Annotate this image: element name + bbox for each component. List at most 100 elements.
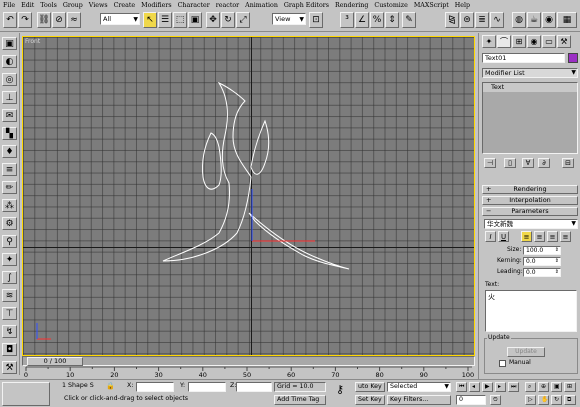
modifier-icon[interactable]: ⊥ [2,91,17,104]
key-icon[interactable]: ⚷ [334,384,346,396]
set-key-button[interactable]: Set Key [355,395,385,405]
cylinder-icon[interactable]: ◎ [2,73,17,86]
spinner-arrows-icon[interactable]: ⇕ [555,258,559,265]
select-by-name-icon[interactable]: ☰ [158,12,172,28]
leading-spinner[interactable]: 0.0 ⇕ [523,268,561,277]
time-config-icon[interactable]: ⏲ [490,395,501,405]
select-icon[interactable]: ↖ [143,12,157,28]
mirror-icon[interactable]: ⧎ [445,12,459,28]
show-end-result-icon[interactable]: ▯ [504,158,516,168]
pan-icon[interactable]: ✋ [538,395,549,405]
camera-icon[interactable]: ✉ [2,109,17,122]
frame-field[interactable]: 0 [456,395,486,405]
render-scene-icon[interactable]: ☕ [527,12,541,28]
align-center-icon[interactable]: ≡ [534,231,545,242]
zoom-extents-all-icon[interactable]: ⊞ [564,382,576,392]
next-frame-icon[interactable]: ▸ [495,382,506,392]
time-slider[interactable]: 0 / 100 [22,356,475,366]
remove-modifier-icon[interactable]: ∂ [538,158,550,168]
bind-spacewarp-icon[interactable]: ≈ [67,12,81,28]
render-type-icon[interactable]: ▦ [557,12,577,28]
time-ruler[interactable]: 0 10 20 30 40 50 60 70 80 90 100 [20,366,475,378]
particles-icon[interactable]: ⁂ [2,199,17,212]
reference-coord-dropdown[interactable]: View ▼ [272,13,306,25]
kerning-spinner[interactable]: 0.0 ⇕ [523,257,561,266]
material-editor-icon[interactable]: ◍ [512,12,526,28]
move-icon[interactable]: ✥ [206,12,220,28]
manual-checkbox[interactable] [499,360,506,367]
italic-button[interactable]: I [485,231,496,242]
fov-icon[interactable]: ▷ [525,395,536,405]
menu-item-reactor[interactable]: reactor [213,0,242,10]
rollout-rendering[interactable]: + Rendering [482,185,578,194]
arc-rotate-icon[interactable]: ↻ [551,395,562,405]
link-icon[interactable]: ⛓ [37,12,51,28]
key-filters-button[interactable]: Key Filters... [387,395,451,405]
spline-icon[interactable]: ∫ [2,271,17,284]
named-selection-icon[interactable]: ✎ [402,12,416,28]
underline-button[interactable]: U [498,231,509,242]
menu-item-group[interactable]: Group [60,0,86,10]
percent-snap-icon[interactable]: % [370,12,384,28]
zoom-extents-icon[interactable]: ▣ [551,382,562,392]
object-color-swatch[interactable] [568,53,578,63]
layers-icon[interactable]: ≣ [475,12,489,28]
noise-icon[interactable]: ≋ [2,289,17,302]
make-unique-icon[interactable]: ∀ [522,158,534,168]
update-button[interactable]: Update [507,347,545,357]
align-left-icon[interactable]: ≡ [521,231,532,242]
window-crossing-icon[interactable]: ▣ [188,12,202,28]
menu-item-customize[interactable]: Customize [371,0,410,10]
spinner-arrows-icon[interactable]: ⇕ [555,269,559,276]
menu-item-create[interactable]: Create [111,0,139,10]
pencil-icon[interactable]: ✏ [2,181,17,194]
menu-item-file[interactable]: File [0,0,18,10]
time-slider-thumb[interactable]: 0 / 100 [27,357,83,366]
curve-editor-icon[interactable]: ∿ [490,12,504,28]
menu-item-graph-editors[interactable]: Graph Editors [281,0,332,10]
modifier-list-dropdown[interactable]: Modifier List ▼ [482,68,578,78]
maximize-viewport-icon[interactable]: ⧉ [564,395,576,405]
motion-icon[interactable]: ↯ [2,325,17,338]
x-coord-field[interactable] [136,382,174,392]
utilities-tab-icon[interactable]: ⚒ [557,35,571,48]
rollout-interpolation[interactable]: + Interpolation [482,196,578,205]
snap-icon[interactable]: ³ [340,12,354,28]
menu-item-tools[interactable]: Tools [37,0,60,10]
zoom-icon[interactable]: ⌕ [525,382,536,392]
zoom-all-icon[interactable]: ⊕ [538,382,549,392]
front-viewport[interactable]: Front [22,36,475,356]
select-region-icon[interactable]: ⬚ [173,12,187,28]
display-icon[interactable]: ◘ [2,343,17,356]
align-justify-icon[interactable]: ≡ [560,231,571,242]
menu-item-animation[interactable]: Animation [242,0,281,10]
motion-tab-icon[interactable]: ◉ [527,35,541,48]
quick-render-icon[interactable]: ◉ [542,12,556,28]
display-tab-icon[interactable]: ▭ [542,35,556,48]
text-input[interactable]: 火 [485,290,577,332]
menu-item-views[interactable]: Views [86,0,111,10]
modify-tab-icon[interactable]: ⌒ [497,35,511,48]
add-time-tag-button[interactable]: Add Time Tag [274,395,326,405]
font-dropdown[interactable]: 华文新魏 ▼ [484,219,578,229]
go-to-end-icon[interactable]: ⏭ [508,382,519,392]
stack-item-text[interactable]: Text [483,83,577,92]
selection-filter-dropdown[interactable]: All ▼ [100,13,140,25]
lock-selection-icon[interactable]: 🔒 [104,382,117,392]
spinner-snap-icon[interactable]: ⇕ [385,12,399,28]
gear-icon[interactable]: ⚙ [2,217,17,230]
shapes-icon[interactable]: ≡ [2,163,17,176]
pivot-icon[interactable]: ⊡ [309,12,323,28]
hierarchy-icon[interactable]: ⊤ [2,307,17,320]
y-coord-field[interactable] [188,382,226,392]
create-tab-icon[interactable]: ✦ [482,35,496,48]
rollout-parameters[interactable]: − Parameters [482,207,578,216]
menu-item-modifiers[interactable]: Modifiers [138,0,174,10]
menu-item-help[interactable]: Help [452,0,473,10]
unlink-icon[interactable]: ⊘ [52,12,66,28]
menu-item-maxscript[interactable]: MAXScript [411,0,452,10]
hierarchy-tab-icon[interactable]: ⊞ [512,35,526,48]
spinner-arrows-icon[interactable]: ⇕ [555,247,559,254]
configure-sets-icon[interactable]: ⊟ [562,158,574,168]
size-spinner[interactable]: 100.0 ⇕ [523,246,561,255]
